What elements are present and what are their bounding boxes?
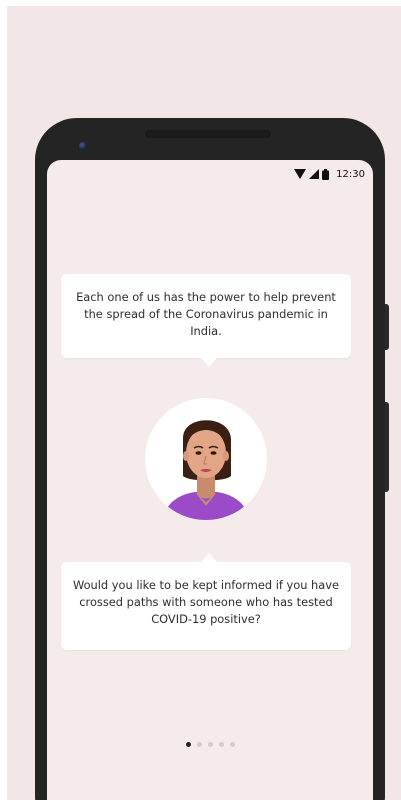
store-screenshot-background: 12:30 Each one of us has the power to he…	[7, 6, 401, 800]
page-indicator-dot[interactable]	[218, 742, 224, 747]
woman-avatar-icon	[145, 398, 267, 520]
phone-frame: 12:30 Each one of us has the power to he…	[35, 118, 389, 800]
tracing-question-bubble: Would you like to be kept informed if yo…	[61, 553, 351, 650]
tracing-question-text: Would you like to be kept informed if yo…	[72, 578, 340, 626]
front-camera	[79, 142, 87, 150]
signal-icon	[309, 169, 320, 179]
power-button	[385, 304, 389, 350]
battery-icon	[322, 168, 330, 180]
page-indicator-dot[interactable]	[196, 742, 202, 747]
status-time: 12:30	[336, 168, 365, 180]
intro-message-text: Each one of us has the power to help pre…	[76, 290, 336, 338]
phone-screen: 12:30 Each one of us has the power to he…	[47, 160, 373, 800]
page-indicator	[47, 742, 373, 747]
volume-button	[385, 402, 389, 492]
page-indicator-dot[interactable]	[185, 742, 191, 747]
wifi-icon	[294, 169, 307, 179]
earpiece-speaker	[145, 130, 271, 138]
intro-message-bubble: Each one of us has the power to help pre…	[61, 274, 351, 367]
page-indicator-dot[interactable]	[207, 742, 213, 747]
page-indicator-dot[interactable]	[229, 742, 235, 747]
status-bar: 12:30	[294, 166, 365, 182]
